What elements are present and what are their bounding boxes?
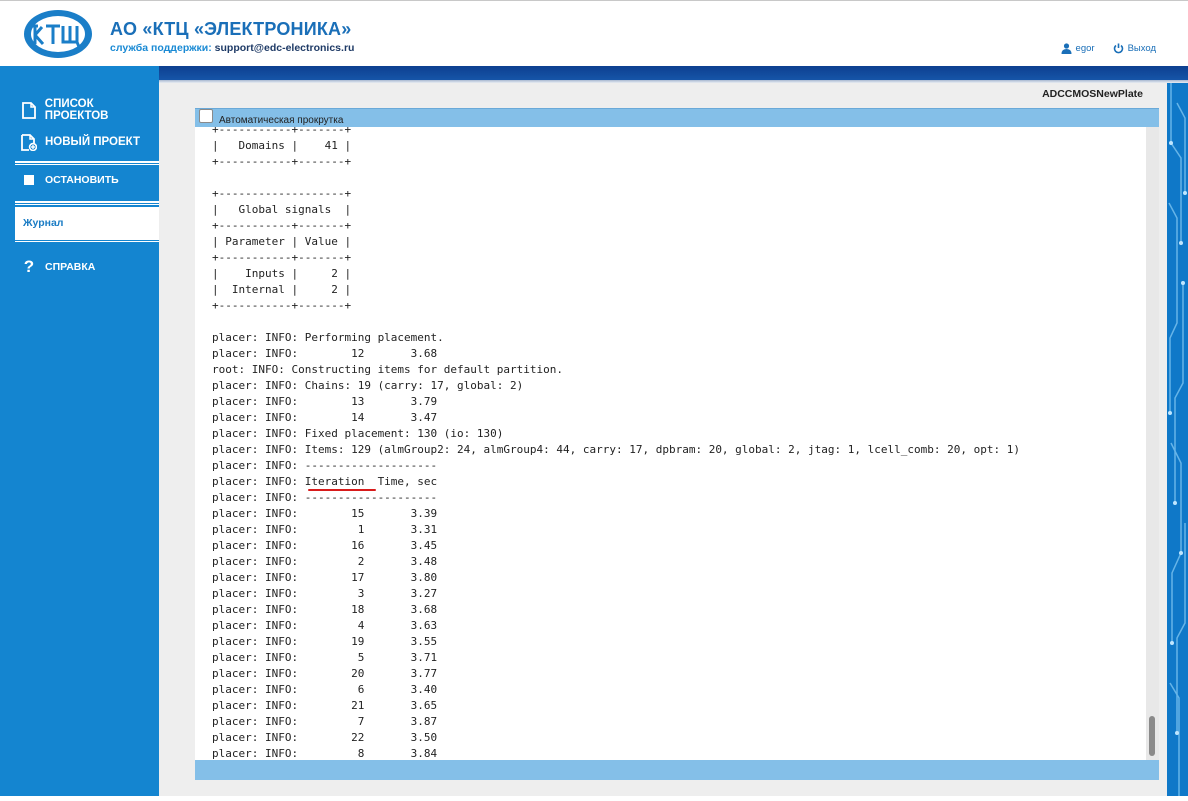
- log-line: placer: INFO: --------------------: [212, 459, 438, 472]
- log-line: placer: INFO: 1 3.31: [212, 523, 438, 536]
- log-line: placer: INFO: Iteration Time, sec: [212, 475, 438, 488]
- log-line: +-----------+-------+: [212, 299, 352, 312]
- log-scrollbar-thumb[interactable]: [1149, 716, 1155, 756]
- log-line: root: INFO: Constructing items for defau…: [212, 363, 563, 376]
- log-line: +-----------+-------+: [212, 219, 352, 232]
- autoscroll-label: Автоматическая прокрутка: [219, 115, 344, 126]
- log-line: | Inputs | 2 |: [212, 267, 352, 280]
- log-line: placer: INFO: --------------------: [212, 491, 438, 504]
- log-line: +-------------------+: [212, 187, 352, 200]
- log-line: +-----------+-------+: [212, 155, 352, 168]
- user-icon: [1061, 43, 1072, 54]
- sidebar-item-label: СПРАВКА: [45, 261, 96, 273]
- log-line: placer: INFO: 3 3.27: [212, 587, 438, 600]
- log-line: placer: INFO: 12 3.68: [212, 347, 438, 360]
- new-document-icon: [21, 133, 37, 151]
- support-email[interactable]: support@edc-electronics.ru: [215, 42, 355, 54]
- log-line: placer: INFO: 2 3.48: [212, 555, 438, 568]
- support-label: служба поддержки:: [110, 42, 212, 54]
- log-line: placer: INFO: 20 3.77: [212, 667, 438, 680]
- log-scrollbar[interactable]: [1146, 127, 1159, 760]
- log-line: placer: INFO: 7 3.87: [212, 715, 438, 728]
- sidebar-item-stop[interactable]: ОСТАНОВИТЬ: [0, 165, 159, 195]
- log-line: +-----------+-------+: [212, 251, 352, 264]
- sidebar-item-label: НОВЫЙ ПРОЕКТ: [45, 136, 141, 148]
- sidebar-divider: [15, 238, 159, 242]
- sidebar-item-journal[interactable]: Журнал: [15, 207, 159, 239]
- user-area: egor Выход: [1061, 43, 1156, 54]
- top-band: [159, 66, 1188, 80]
- log-line: placer: INFO: 6 3.40: [212, 683, 438, 696]
- company-logo[interactable]: [22, 8, 94, 60]
- log-line: placer: INFO: 19 3.55: [212, 635, 438, 648]
- sidebar-divider: [15, 201, 159, 205]
- log-line: | Domains | 41 |: [212, 139, 352, 152]
- sidebar-item-help[interactable]: ? СПРАВКА: [0, 252, 159, 282]
- log-line: placer: INFO: Performing placement.: [212, 331, 444, 344]
- log-lines: +-----------+-------+ | Domains | 41 | +--…: [212, 127, 1020, 760]
- autoscroll-toggle[interactable]: Автоматическая прокрутка: [199, 109, 343, 126]
- log-line: | Global signals |: [212, 203, 352, 216]
- log-line: placer: INFO: 15 3.39: [212, 507, 438, 520]
- log-panel-footer: [195, 760, 1159, 780]
- power-icon[interactable]: [1113, 43, 1124, 54]
- log-line: placer: INFO: 17 3.80: [212, 571, 438, 584]
- company-name: АО «КТЦ «ЭЛЕКТРОНИКА»: [110, 19, 352, 39]
- log-line: | Parameter | Value |: [212, 235, 352, 248]
- log-output[interactable]: +-----------+-------+ | Domains | 41 | +--…: [196, 127, 1146, 760]
- log-line: +-----------+-------+: [212, 127, 352, 136]
- sidebar-item-new-project[interactable]: НОВЫЙ ПРОЕКТ: [0, 127, 159, 157]
- log-line: | Internal | 2 |: [212, 283, 352, 296]
- log-line: placer: INFO: 8 3.84: [212, 747, 438, 760]
- circuit-decoration: [1167, 83, 1188, 796]
- logout-link[interactable]: Выход: [1128, 43, 1156, 54]
- sidebar-item-label: Журнал: [23, 217, 64, 229]
- log-line: placer: INFO: 16 3.45: [212, 539, 438, 552]
- log-line: placer: INFO: 18 3.68: [212, 603, 438, 616]
- document-icon: [21, 101, 37, 119]
- log-line: placer: INFO: Fixed placement: 130 (io: …: [212, 427, 504, 440]
- log-line: placer: INFO: 22 3.50: [212, 731, 438, 744]
- project-name: ADCCMOSNewPlate: [1042, 88, 1143, 100]
- autoscroll-checkbox[interactable]: [199, 109, 213, 123]
- sidebar-item-label: ОСТАНОВИТЬ: [45, 174, 119, 186]
- log-line: placer: INFO: 5 3.71: [212, 651, 438, 664]
- log-line: placer: INFO: 21 3.65: [212, 699, 438, 712]
- iteration-underline: [308, 489, 376, 491]
- log-line: placer: INFO: Chains: 19 (carry: 17, glo…: [212, 379, 524, 392]
- question-icon: ?: [23, 257, 35, 276]
- log-line: placer: INFO: 13 3.79: [212, 395, 438, 408]
- sidebar-item-projects[interactable]: СПИСОК ПРОЕКТОВ: [0, 95, 159, 125]
- log-line: placer: INFO: Items: 129 (almGroup2: 24,…: [212, 443, 1020, 456]
- stop-icon: [21, 171, 37, 189]
- log-line: placer: INFO: 4 3.63: [212, 619, 438, 632]
- user-name[interactable]: egor: [1076, 43, 1095, 54]
- log-line: placer: INFO: 14 3.47: [212, 411, 438, 424]
- sidebar-item-label: СПИСОК ПРОЕКТОВ: [44, 98, 109, 122]
- support-line: служба поддержки: support@edc-electronic…: [110, 42, 354, 54]
- header: АО «КТЦ «ЭЛЕКТРОНИКА» служба поддержки: …: [0, 0, 1188, 66]
